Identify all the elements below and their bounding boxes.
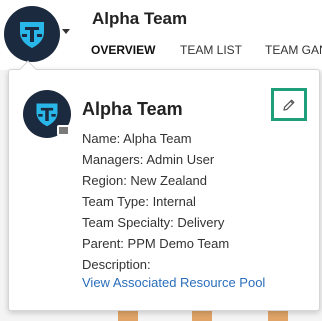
team-avatar-button[interactable] <box>4 6 60 62</box>
detail-parent: Parent: PPM Demo Team <box>82 236 230 251</box>
team-logo-icon <box>36 103 58 127</box>
change-photo-icon[interactable] <box>57 125 70 136</box>
background-bar <box>192 311 212 321</box>
detail-team-specialty: Team Specialty: Delivery <box>82 215 225 230</box>
detail-region: Region: New Zealand <box>82 173 208 188</box>
page-title: Alpha Team <box>92 9 188 28</box>
pencil-icon <box>283 99 295 111</box>
detail-team-type: Team Type: Internal <box>82 194 196 209</box>
detail-name: Name: Alpha Team <box>82 131 192 146</box>
team-details: Name: Alpha Team Managers: Admin User Re… <box>82 128 229 275</box>
page: Alpha Team OVERVIEW TEAM LIST TEAM GAN A… <box>0 0 322 321</box>
popup-title: Alpha Team <box>82 99 183 119</box>
detail-managers: Managers: Admin User <box>82 152 215 167</box>
tab-overview[interactable]: OVERVIEW <box>91 43 155 57</box>
detail-description: Description: <box>82 257 151 272</box>
tab-team-list[interactable]: TEAM LIST <box>180 43 242 57</box>
view-resource-pool-link[interactable]: View Associated Resource Pool <box>82 275 265 290</box>
tab-team-gantt[interactable]: TEAM GAN <box>265 43 322 57</box>
team-menu-chevron-down-icon[interactable] <box>62 29 70 34</box>
team-header: Alpha Team OVERVIEW TEAM LIST TEAM GAN <box>0 0 322 70</box>
background-bar <box>268 311 288 321</box>
background-bar <box>118 311 138 321</box>
team-logo-icon <box>20 22 44 48</box>
edit-team-button[interactable] <box>271 88 307 121</box>
team-info-popup: Alpha Team Name: Alpha Team Managers: Ad… <box>8 69 320 311</box>
